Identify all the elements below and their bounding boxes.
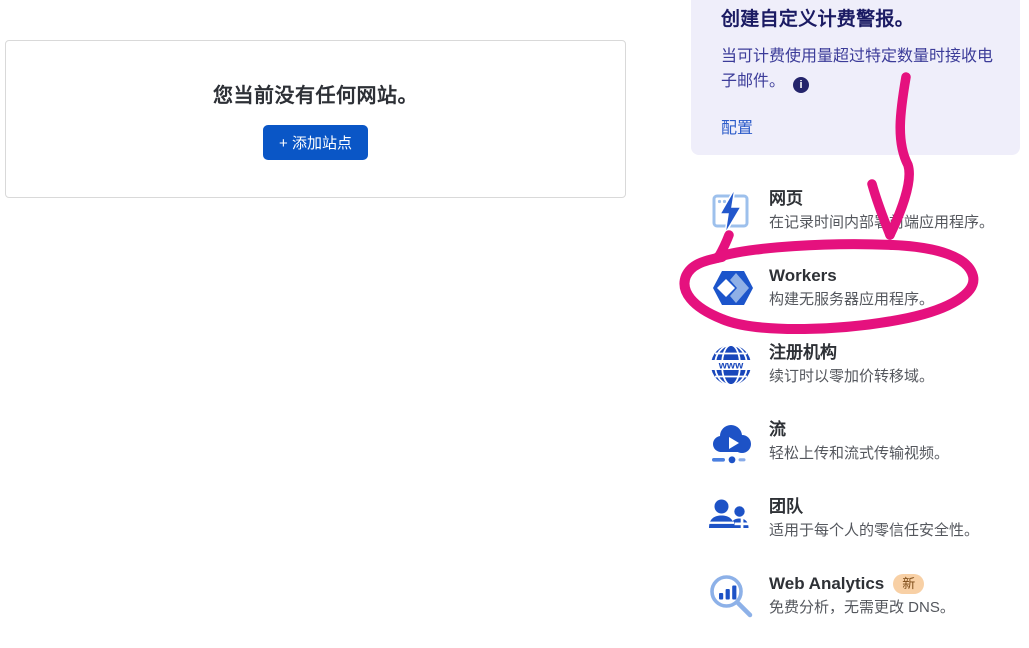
globe-www-label: www <box>718 360 744 372</box>
product-description: 构建无服务器应用程序。 <box>769 290 934 309</box>
billing-alert-panel: 创建自定义计费警报。 当可计费使用量超过特定数量时接收电子邮件。i 配置 <box>691 0 1020 155</box>
info-icon[interactable]: i <box>793 77 809 93</box>
teams-people-icon <box>706 494 756 544</box>
product-description: 在记录时间内部署前端应用程序。 <box>769 213 994 232</box>
product-title: 团队 <box>769 496 979 517</box>
product-description: 续订时以零加价转移域。 <box>769 367 934 386</box>
registrar-globe-icon: www <box>706 340 756 390</box>
analytics-magnifier-icon <box>706 571 756 621</box>
product-title: Web Analytics <box>769 573 884 594</box>
product-description: 轻松上传和流式传输视频。 <box>769 444 949 463</box>
product-row-web-analytics[interactable]: Web Analytics 新 免费分析，无需更改 DNS。 <box>706 571 1026 621</box>
product-title: 注册机构 <box>769 342 934 363</box>
product-description: 适用于每个人的零信任安全性。 <box>769 521 979 540</box>
pages-lightning-icon <box>706 186 756 236</box>
billing-alert-title: 创建自定义计费警报。 <box>721 4 994 31</box>
product-title: Workers <box>769 265 934 286</box>
configure-link[interactable]: 配置 <box>721 114 753 138</box>
stream-cloud-play-icon <box>706 417 756 467</box>
billing-alert-body: 当可计费使用量超过特定数量时接收电子邮件。i <box>721 44 999 94</box>
no-websites-headline: 您当前没有任何网站。 <box>6 79 625 108</box>
product-row-workers[interactable]: Workers 构建无服务器应用程序。 <box>706 263 1026 313</box>
new-badge: 新 <box>893 574 924 594</box>
product-description: 免费分析，无需更改 DNS。 <box>769 598 955 617</box>
add-site-button[interactable]: + 添加站点 <box>263 125 368 160</box>
product-title: 网页 <box>769 188 994 209</box>
product-row-pages[interactable]: 网页 在记录时间内部署前端应用程序。 <box>706 186 1026 236</box>
workers-diamond-icon <box>706 263 756 313</box>
product-list: 网页 在记录时间内部署前端应用程序。 Workers 构建无服务器应用程序。 w… <box>706 186 1026 648</box>
product-title: 流 <box>769 419 949 440</box>
no-websites-card: 您当前没有任何网站。 + 添加站点 <box>5 40 626 198</box>
product-row-stream[interactable]: 流 轻松上传和流式传输视频。 <box>706 417 1026 467</box>
product-row-registrar[interactable]: www 注册机构 续订时以零加价转移域。 <box>706 340 1026 390</box>
product-row-teams[interactable]: 团队 适用于每个人的零信任安全性。 <box>706 494 1026 544</box>
